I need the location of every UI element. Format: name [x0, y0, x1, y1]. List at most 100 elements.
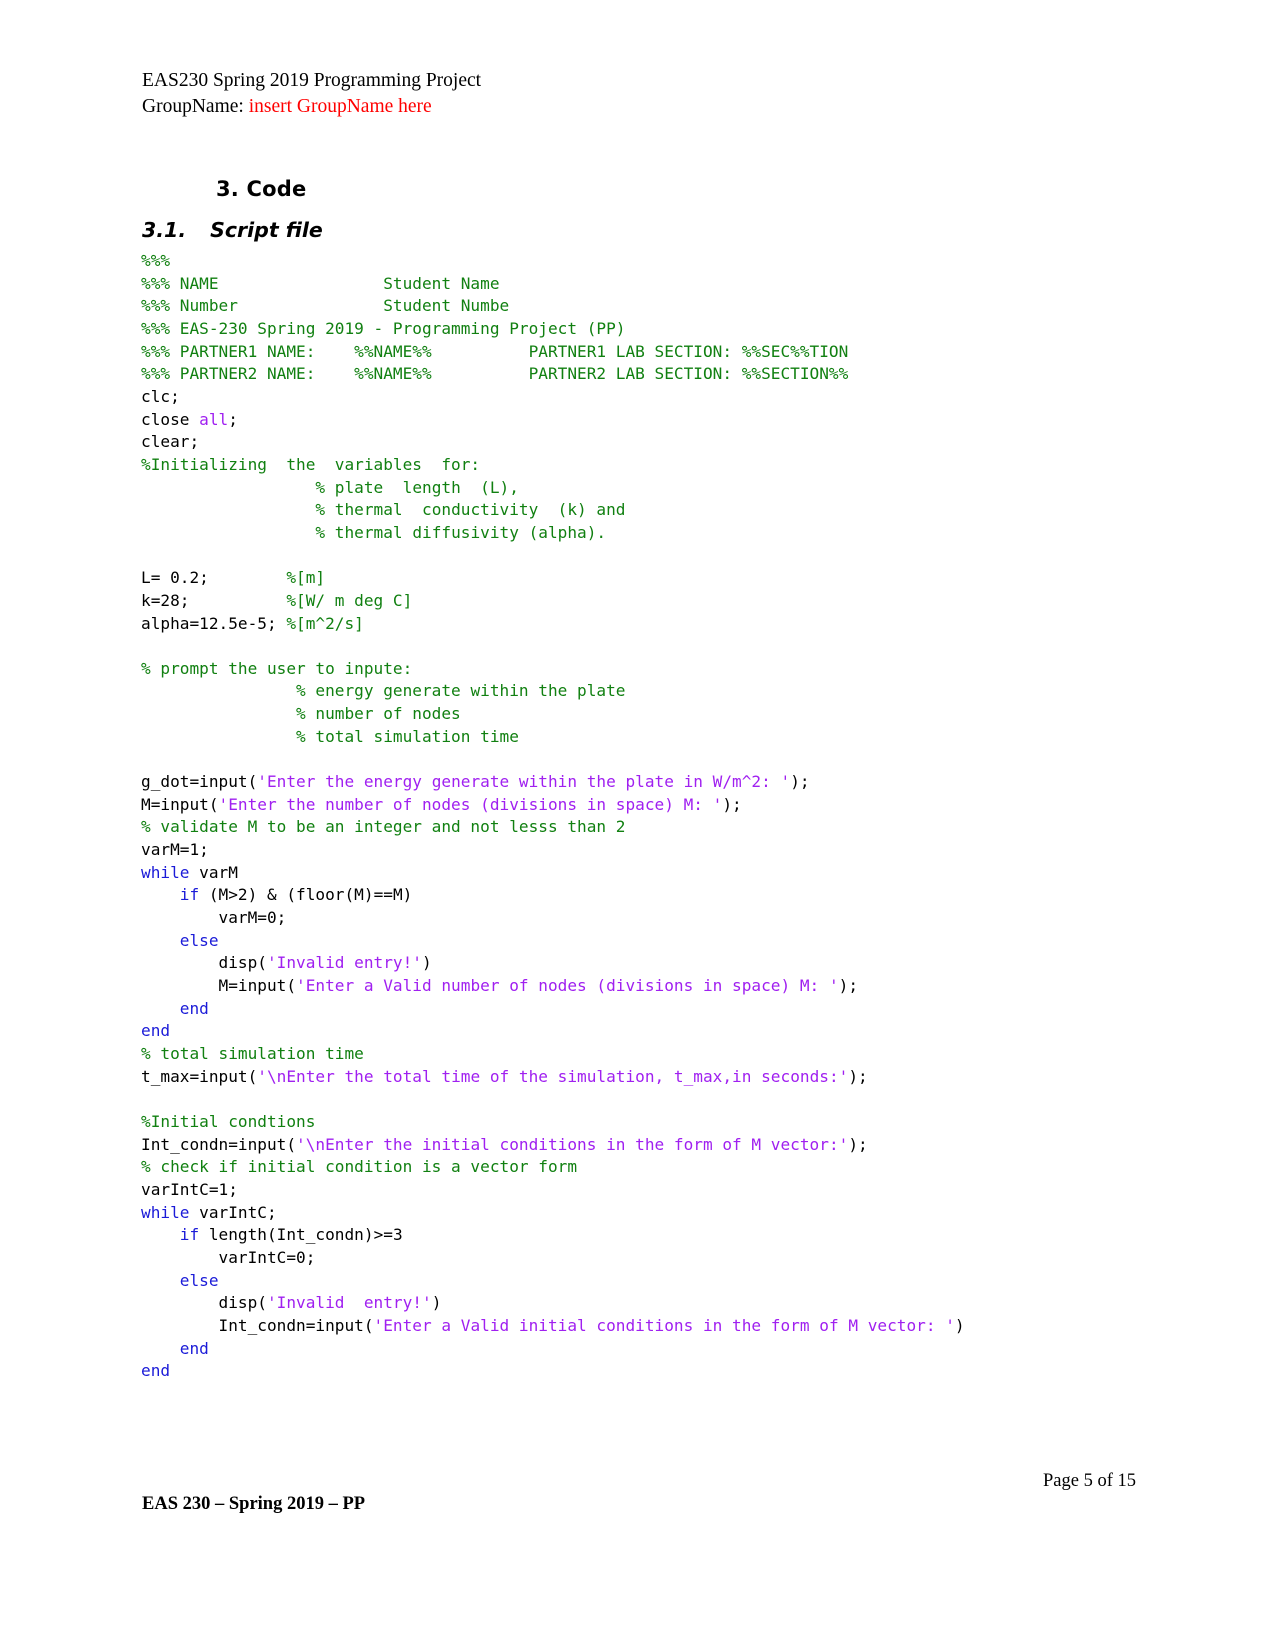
document-header: EAS230 Spring 2019 Programming Project G… [142, 68, 481, 120]
code-token-string: 'Enter the energy generate within the pl… [257, 772, 791, 792]
code-token-keyword: end [179, 998, 209, 1018]
code-token-keyword: else [179, 930, 219, 950]
code-token-plain: varM=0; [141, 908, 287, 928]
code-token-plain: varIntC=0; [141, 1247, 316, 1267]
code-token-string: '\nEnter the initial conditions in the f… [296, 1134, 849, 1154]
code-token-keyword: end [179, 1338, 209, 1358]
code-line: clc; [141, 386, 1141, 409]
code-token-plain: Int_condn=input( [141, 1315, 374, 1335]
matlab-code-block: %%% %%% NAME Student Name %%% Number Stude… [141, 250, 1141, 1383]
code-line: % energy generate within the plate [141, 680, 1141, 703]
groupname-line: GroupName: insert GroupName here [142, 94, 481, 120]
code-token-keyword: while [141, 862, 190, 882]
code-line: if (M>2) & (floor(M)==M) [141, 884, 1141, 907]
code-token-plain: clc; [141, 386, 180, 406]
code-token-comment: % total simulation time [141, 1043, 364, 1063]
code-line: % total simulation time [141, 1043, 1141, 1066]
code-line: varIntC=1; [141, 1179, 1141, 1202]
code-token-comment: %Initial condtions [141, 1111, 316, 1131]
code-token-keyword: else [179, 1270, 219, 1290]
code-line: % number of nodes [141, 703, 1141, 726]
code-line: varIntC=0; [141, 1247, 1141, 1270]
footer-course-label: EAS 230 – Spring 2019 – PP [142, 1494, 366, 1514]
code-token-keyword: while [141, 1202, 190, 1222]
code-token-plain: ); [790, 772, 810, 792]
code-token-comment: % check if initial condition is a vector… [141, 1157, 578, 1177]
footer-page-number: Page 5 of 15 [1043, 1471, 1136, 1491]
code-token-comment: %%% Number Student Numbe [141, 296, 510, 316]
code-token-plain: varIntC=1; [141, 1179, 238, 1199]
code-token-comment: %%% PARTNER2 NAME: %%NAME%% PARTNER2 LAB… [141, 364, 849, 384]
code-token-string: 'Enter a Valid number of nodes (division… [296, 976, 839, 995]
code-token-plain: k=28; [141, 590, 287, 610]
code-token-plain: varM=1; [141, 840, 209, 860]
code-line: %%% [141, 250, 1141, 273]
code-token-plain: length(Int_condn)>=3 [199, 1225, 403, 1245]
code-line: M=input('Enter a Valid number of nodes (… [141, 975, 1141, 998]
code-line: %%% PARTNER2 NAME: %%NAME%% PARTNER2 LAB… [141, 363, 1141, 386]
code-line: L= 0.2; %[m] [141, 567, 1141, 590]
code-token-string: all [199, 409, 229, 429]
code-line: if length(Int_condn)>=3 [141, 1224, 1141, 1247]
code-line: % plate length (L), [141, 477, 1141, 500]
code-line: varM=0; [141, 907, 1141, 930]
document-title: EAS230 Spring 2019 Programming Project [142, 70, 482, 91]
code-line: Int_condn=input('\nEnter the initial con… [141, 1134, 1141, 1157]
code-token-plain: M=input( [141, 794, 219, 814]
code-line: %%% Number Student Numbe [141, 295, 1141, 318]
code-token-plain: ; [228, 409, 238, 429]
code-line: k=28; %[W/ m deg C] [141, 590, 1141, 613]
code-line: end [141, 1360, 1141, 1383]
code-token-plain: ) [431, 1293, 442, 1313]
code-line: %Initial condtions [141, 1111, 1141, 1134]
section-heading-code: 3. Code [216, 177, 307, 201]
code-token-string: 'Enter a Valid initial conditions in the… [373, 1315, 955, 1335]
code-token-comment: %%% [141, 251, 171, 270]
code-line: % total simulation time [141, 726, 1141, 749]
code-token-comment: % thermal conductivity (k) and [141, 500, 626, 520]
code-token-keyword: if [179, 1225, 200, 1245]
code-token-plain: disp( [141, 953, 267, 973]
code-token-keyword: if [179, 885, 200, 905]
code-line: % prompt the user to inpute: [141, 658, 1141, 681]
code-line: disp('Invalid entry!') [141, 952, 1141, 975]
code-line: clear; [141, 431, 1141, 454]
code-token-comment: %%% PARTNER1 NAME: %%NAME%% PARTNER1 LAB… [141, 341, 849, 361]
code-token-comment: % thermal diffusivity (alpha). [141, 522, 607, 542]
code-line: end [141, 1020, 1141, 1043]
code-line: %%% EAS-230 Spring 2019 - Programming Pr… [141, 318, 1141, 341]
code-token-string: '\nEnter the total time of the simulatio… [257, 1066, 849, 1086]
code-token-plain: L= 0.2; [141, 568, 287, 588]
code-token-plain: M=input( [141, 976, 297, 995]
code-token-plain: varM [189, 862, 238, 882]
code-token-plain: ); [848, 1066, 868, 1086]
code-line: t_max=input('\nEnter the total time of t… [141, 1066, 1141, 1089]
code-token-plain: ) [954, 1315, 965, 1335]
code-token-comment: % total simulation time [141, 726, 519, 746]
code-line: close all; [141, 409, 1141, 432]
code-token-comment: %[m^2/s] [286, 613, 364, 633]
code-token-plain: ); [848, 1134, 868, 1154]
code-token-comment: %[W/ m deg C] [286, 590, 413, 610]
code-line: %Initializing the variables for: [141, 454, 1141, 477]
code-line: %%% NAME Student Name [141, 273, 1141, 296]
code-line: alpha=12.5e-5; %[m^2/s] [141, 613, 1141, 636]
code-line: %%% PARTNER1 NAME: %%NAME%% PARTNER1 LAB… [141, 341, 1141, 364]
code-token-comment: %[m] [286, 568, 326, 588]
code-token-plain: t_max=input( [141, 1066, 258, 1086]
code-line: Int_condn=input('Enter a Valid initial c… [141, 1315, 1141, 1338]
code-line: % validate M to be an integer and not le… [141, 816, 1141, 839]
code-line: varM=1; [141, 839, 1141, 862]
code-token-plain: ); [722, 794, 742, 814]
code-token-string: 'Invalid entry!' [266, 1293, 432, 1313]
code-token-string: 'Invalid entry!' [266, 953, 422, 973]
